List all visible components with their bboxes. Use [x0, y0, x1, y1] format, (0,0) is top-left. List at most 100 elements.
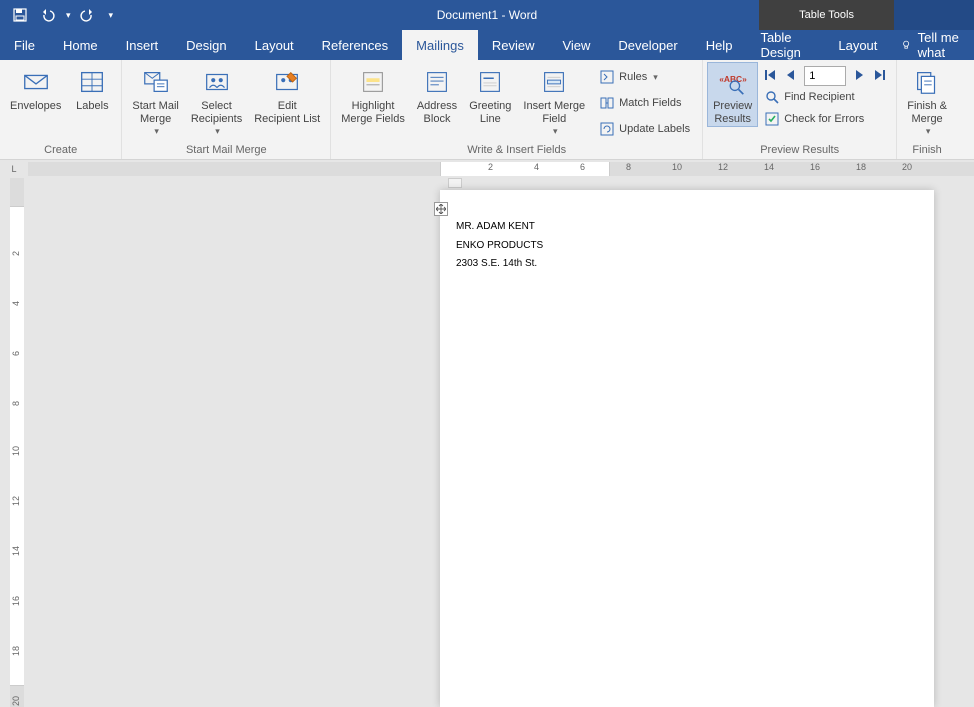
- tab-insert[interactable]: Insert: [112, 30, 173, 60]
- address-block-button[interactable]: Address Block: [411, 62, 463, 126]
- start-mail-merge-label: Start Mail Merge: [132, 100, 178, 126]
- next-record-button[interactable]: [852, 68, 866, 85]
- finish-merge-button[interactable]: Finish & Merge▾: [901, 62, 953, 137]
- group-write-insert-fields: Highlight Merge Fields Address Block Gre…: [331, 60, 703, 159]
- match-fields-button[interactable]: Match Fields: [595, 92, 694, 114]
- quick-access-toolbar: ▾ ▾: [0, 3, 113, 27]
- check-icon: [764, 111, 780, 127]
- account-area[interactable]: [894, 0, 974, 30]
- greeting-line-button[interactable]: Greeting Line: [463, 62, 517, 126]
- first-record-button[interactable]: [764, 68, 778, 85]
- prev-icon: [784, 68, 798, 82]
- table-tools-label: Table Tools: [759, 0, 894, 30]
- last-record-button[interactable]: [872, 68, 886, 85]
- address-line-1: MR. ADAM KENT: [456, 218, 543, 237]
- record-number-input[interactable]: [804, 66, 846, 86]
- tab-design[interactable]: Design: [172, 30, 240, 60]
- envelopes-label: Envelopes: [10, 100, 61, 113]
- insert-field-icon: [538, 66, 570, 98]
- insert-field-label: Insert Merge Field: [523, 100, 585, 126]
- group-finish-label: Finish: [901, 142, 953, 159]
- recipients-icon: [201, 66, 233, 98]
- mail-merge-icon: [140, 66, 172, 98]
- document-page[interactable]: MR. ADAM KENT ENKO PRODUCTS 2303 S.E. 14…: [440, 190, 934, 707]
- greeting-icon: [474, 66, 506, 98]
- insert-merge-field-button[interactable]: Insert Merge Field▾: [517, 62, 591, 137]
- rules-label: Rules: [619, 71, 647, 83]
- edit-recipient-list-label: Edit Recipient List: [254, 100, 320, 126]
- tab-view[interactable]: View: [548, 30, 604, 60]
- ribbon: Envelopes Labels Create Start Mail Merge…: [0, 60, 974, 160]
- tell-me-label: Tell me what: [918, 30, 964, 60]
- check-label: Check for Errors: [784, 113, 864, 125]
- prev-record-button[interactable]: [784, 68, 798, 85]
- address-line-3: 2303 S.E. 14th St.: [456, 255, 543, 274]
- envelopes-button[interactable]: Envelopes: [4, 62, 67, 113]
- group-create: Envelopes Labels Create: [0, 60, 122, 159]
- find-recipient-button[interactable]: Find Recipient: [758, 86, 892, 108]
- edit-recipient-list-button[interactable]: Edit Recipient List: [248, 62, 326, 126]
- find-icon: [764, 89, 780, 105]
- preview-results-button[interactable]: «ABC» Preview Results: [707, 62, 758, 127]
- tab-review[interactable]: Review: [478, 30, 549, 60]
- envelope-icon: [20, 66, 52, 98]
- finish-label: Finish & Merge: [907, 100, 947, 126]
- group-preview-results: «ABC» Preview Results Find Recipient: [703, 60, 897, 159]
- preview-label: Preview Results: [713, 100, 752, 126]
- finish-icon: [911, 66, 943, 98]
- tab-references[interactable]: References: [308, 30, 402, 60]
- preview-icon: «ABC»: [717, 66, 749, 98]
- match-icon: [599, 95, 615, 111]
- labels-button[interactable]: Labels: [67, 62, 117, 113]
- edit-list-icon: [271, 66, 303, 98]
- update-labels-button[interactable]: Update Labels: [595, 118, 694, 140]
- labels-label: Labels: [76, 100, 108, 113]
- tab-help[interactable]: Help: [692, 30, 747, 60]
- move-icon: [436, 204, 446, 214]
- tab-file[interactable]: File: [0, 30, 49, 60]
- vertical-ruler[interactable]: L 2 4 6 8 10 12 14 16 18 20: [0, 178, 28, 707]
- last-icon: [872, 68, 886, 82]
- labels-icon: [76, 66, 108, 98]
- tab-developer[interactable]: Developer: [604, 30, 691, 60]
- group-create-label: Create: [4, 142, 117, 159]
- title-bar: ▾ ▾ Document1 - Word Table Tools: [0, 0, 974, 30]
- group-start-mail-merge-label: Start Mail Merge: [126, 142, 326, 159]
- tell-me-search[interactable]: Tell me what: [891, 30, 974, 60]
- start-mail-merge-button[interactable]: Start Mail Merge▾: [126, 62, 184, 137]
- document-content: MR. ADAM KENT ENKO PRODUCTS 2303 S.E. 14…: [456, 218, 543, 274]
- group-fields-label: Write & Insert Fields: [335, 142, 698, 159]
- svg-text:«ABC»: «ABC»: [719, 74, 747, 84]
- tab-mailings[interactable]: Mailings: [402, 30, 478, 60]
- address-block-icon: [421, 66, 453, 98]
- rules-icon: [599, 69, 615, 85]
- title-bar-right: Table Tools: [759, 0, 974, 30]
- find-label: Find Recipient: [784, 91, 854, 103]
- address-block-label: Address Block: [417, 100, 457, 126]
- highlight-icon: [357, 66, 389, 98]
- tab-layout[interactable]: Layout: [241, 30, 308, 60]
- check-errors-button[interactable]: Check for Errors: [758, 108, 892, 130]
- greeting-label: Greeting Line: [469, 100, 511, 126]
- horizontal-ruler[interactable]: 2 4 6 8 10 12 14 16 18 20: [28, 160, 974, 178]
- table-move-handle[interactable]: [434, 202, 448, 216]
- ruler-indent-marker[interactable]: [448, 178, 462, 188]
- document-workspace: L 2 4 6 8 10 12 14 16 18 20 2 4 6 8 10 1…: [0, 160, 974, 707]
- tab-table-layout[interactable]: Layout: [824, 30, 891, 60]
- next-icon: [852, 68, 866, 82]
- update-icon: [599, 121, 615, 137]
- select-recipients-button[interactable]: Select Recipients▾: [185, 62, 248, 137]
- group-finish: Finish & Merge▾ Finish: [897, 60, 957, 159]
- rules-button[interactable]: Rules▾: [595, 66, 694, 88]
- undo-button[interactable]: [36, 3, 60, 27]
- lightbulb-icon: [901, 37, 911, 53]
- tab-selector[interactable]: L: [0, 160, 28, 178]
- redo-button[interactable]: [75, 3, 99, 27]
- address-line-2: ENKO PRODUCTS: [456, 237, 543, 256]
- highlight-merge-fields-button[interactable]: Highlight Merge Fields: [335, 62, 411, 126]
- tab-home[interactable]: Home: [49, 30, 112, 60]
- save-button[interactable]: [8, 3, 32, 27]
- tab-table-design[interactable]: Table Design: [746, 30, 824, 60]
- select-recipients-label: Select Recipients: [191, 100, 242, 126]
- group-start-mail-merge: Start Mail Merge▾ Select Recipients▾ Edi…: [122, 60, 331, 159]
